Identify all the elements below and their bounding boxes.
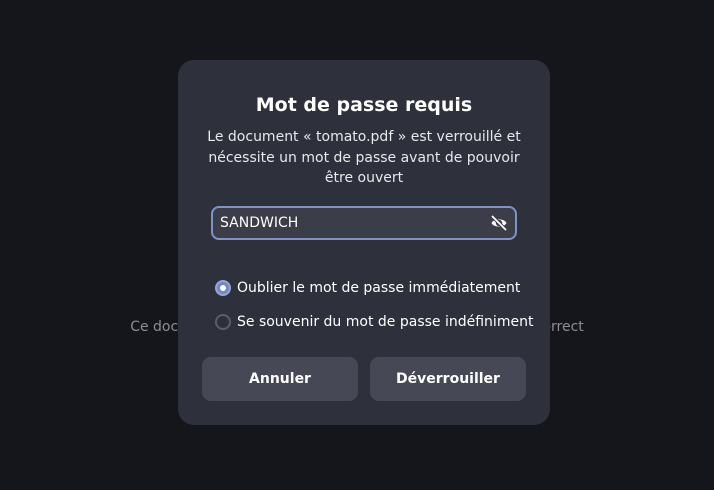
cancel-button[interactable]: Annuler xyxy=(202,357,358,401)
dialog-title: Mot de passe requis xyxy=(255,94,473,116)
unlock-button[interactable]: Déverrouiller xyxy=(370,357,526,401)
option-forget-label: Oublier le mot de passe immédiatement xyxy=(237,280,521,296)
eye-slash-icon[interactable] xyxy=(490,214,508,232)
password-field xyxy=(211,206,517,240)
option-forget-immediately[interactable]: Oublier le mot de passe immédiatement xyxy=(215,277,520,299)
radio-button-checked[interactable] xyxy=(215,280,231,296)
password-input[interactable] xyxy=(220,213,480,233)
option-remember-label: Se souvenir du mot de passe indéfiniment xyxy=(237,314,534,330)
option-remember-forever[interactable]: Se souvenir du mot de passe indéfiniment xyxy=(215,311,533,333)
radio-dot xyxy=(220,285,226,291)
dialog-body: Le document « tomato.pdf » est verrouill… xyxy=(207,129,521,186)
radio-button-unchecked[interactable] xyxy=(215,314,231,330)
